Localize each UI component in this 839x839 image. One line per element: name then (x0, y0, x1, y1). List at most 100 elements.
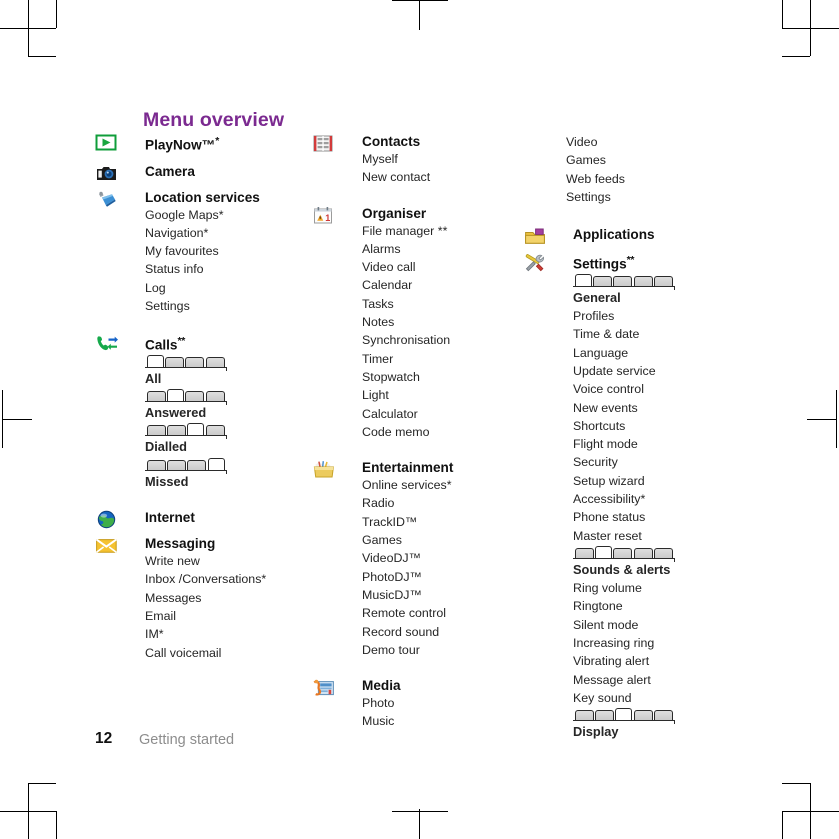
crop-mark-top-right-h2 (782, 56, 810, 57)
tab-strip-baseline (145, 366, 227, 368)
menu-sub-item: Master reset (573, 528, 642, 543)
footnote-marker: * (215, 135, 220, 147)
menu-group-title: Camera (145, 163, 195, 179)
menu-sub-item: New events (573, 400, 638, 415)
tab-strip-baseline (145, 469, 227, 471)
menu-group-title: Organiser (362, 205, 427, 221)
menu-sub-item: VideoDJ™ (362, 551, 422, 566)
page-number: 12 (95, 730, 113, 747)
menu-sub-item: Code memo (362, 424, 430, 439)
menu-continuation-list: Video Games Web feeds Settings (523, 133, 753, 206)
menu-group-settings: Settings** General Profiles Time & date Lang… (523, 252, 753, 741)
tab-strip-end-tick (225, 401, 227, 406)
menu-section-heading: Sounds & alerts (573, 561, 671, 577)
menu-sub-item: Status info (145, 262, 204, 277)
location-icon (95, 189, 119, 211)
messaging-icon (95, 535, 119, 557)
calls-icon (95, 333, 119, 355)
menu-group-camera: Camera (95, 163, 310, 180)
tab-strip (145, 389, 231, 406)
tab-strip-baseline (573, 285, 675, 287)
menu-sub-item: Write new (145, 554, 200, 569)
tab-strip-baseline (573, 720, 675, 722)
menu-sub-item: IM* (145, 627, 164, 642)
media-icon (312, 677, 336, 699)
menu-sub-item: MusicDJ™ (362, 587, 422, 602)
menu-sub-item: Tasks (362, 296, 394, 311)
internet-icon (95, 509, 119, 531)
tab-strip-end-tick (673, 720, 675, 725)
crop-mark-bottom-center-h (392, 811, 448, 812)
crop-mark-bottom-center-v (419, 809, 420, 839)
tab-strip (145, 423, 231, 440)
menu-sub-item: Demo tour (362, 642, 420, 657)
menu-sub-item: New contact (362, 170, 431, 185)
crop-mark-bottom-left-h (0, 811, 56, 812)
menu-sub-item: Update service (573, 363, 656, 378)
settings-icon (523, 252, 547, 274)
menu-sub-item: My favourites (145, 244, 219, 259)
menu-group-title: Location services (145, 189, 260, 205)
menu-sub-item: Music (362, 714, 395, 729)
menu-sub-item: Email (145, 608, 176, 623)
footnote-marker: ** (626, 254, 635, 267)
menu-group-media: Media Photo Music (312, 677, 520, 731)
menu-group-organiser: 1 Organiser File manager ** Alarms Video cal… (312, 205, 520, 442)
menu-sub-item: Settings (566, 189, 611, 204)
crop-mark-top-right-v2 (782, 0, 783, 28)
crop-mark-top-left-v2 (56, 0, 57, 28)
tab-strip-baseline (145, 401, 227, 403)
menu-group-title: Applications (573, 227, 655, 243)
menu-column-3: Video Games Web feeds Settings Applications S… (523, 133, 753, 742)
crop-mark-bottom-left-v2 (56, 811, 57, 839)
menu-sub-item: Calendar (362, 278, 413, 293)
crop-mark-top-left-h (0, 28, 56, 29)
applications-icon (523, 226, 547, 248)
menu-sub-item: Remote control (362, 606, 447, 621)
page-footer: 12 Getting started (0, 730, 839, 760)
menu-group-title: Calls** (145, 335, 186, 353)
tab-strip-baseline (145, 435, 227, 437)
menu-sub-item: Increasing ring (573, 636, 655, 651)
menu-sub-item: Video (566, 135, 598, 149)
menu-sub-item: Security (573, 455, 618, 470)
menu-sub-item: Vibrating alert (573, 654, 650, 669)
menu-sub-item: Key sound (573, 690, 632, 705)
footer-section-label: Getting started (139, 732, 235, 748)
tab-strip-baseline (573, 557, 675, 559)
tab-strip (573, 273, 679, 290)
menu-sub-item: Profiles (573, 309, 615, 324)
menu-sub-item: Online services* (362, 478, 452, 493)
camera-icon (95, 163, 119, 185)
contacts-icon (312, 133, 336, 155)
crop-mark-left-center-h (2, 419, 32, 420)
menu-sub-item: Navigation* (145, 225, 209, 240)
tab-strip-end-tick (225, 469, 227, 474)
menu-sub-item: Timer (362, 351, 394, 366)
menu-sub-item: Stopwatch (362, 369, 420, 384)
menu-group-title: Media (362, 678, 401, 694)
menu-sub-item: Google Maps* (145, 207, 224, 222)
crop-mark-top-left-h2 (28, 56, 56, 57)
menu-section-heading: All (145, 370, 162, 386)
menu-section-heading: Answered (145, 405, 207, 421)
menu-group-title: Messaging (145, 536, 216, 552)
tab-strip (145, 457, 231, 474)
menu-group-applications: Applications (523, 226, 753, 244)
menu-group-internet: Internet (95, 509, 310, 529)
crop-mark-bottom-right-v2 (782, 811, 783, 839)
menu-sub-item: Light (362, 388, 389, 403)
menu-sub-item: Setup wizard (573, 473, 645, 488)
menu-sub-item: Settings (145, 299, 190, 314)
menu-sub-item: Synchronisation (362, 333, 451, 348)
menu-sub-item: Radio (362, 496, 395, 511)
crop-mark-bottom-right-h2 (782, 783, 810, 784)
